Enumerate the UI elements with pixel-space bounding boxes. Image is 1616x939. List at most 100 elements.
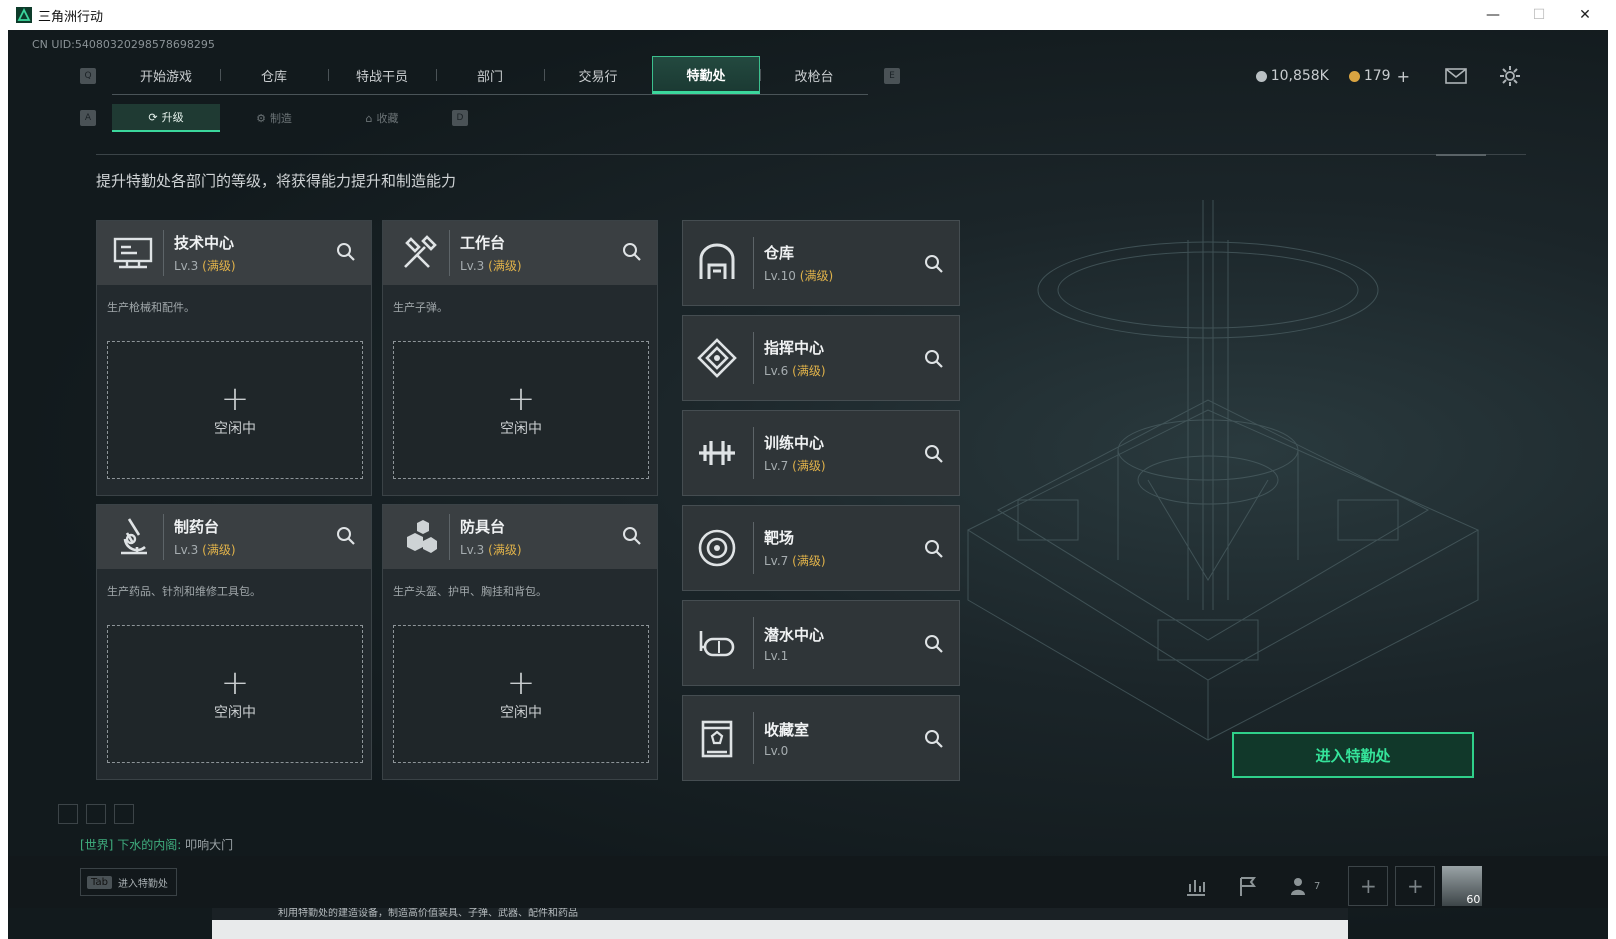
search-icon[interactable] (923, 633, 945, 655)
mail-icon[interactable] (1444, 64, 1468, 88)
card-tech-center[interactable]: 技术中心 Lv.3 (满级) 生产枪械和配件。 + 空闲中 (96, 220, 372, 496)
divider-accent (1436, 154, 1486, 156)
facility-warehouse[interactable]: 仓库 Lv.10 (满级) (682, 220, 960, 306)
card-description: 生产枪械和配件。 (107, 301, 195, 314)
top-navigation: Q 开始游戏 仓库 特战干员 部门 交易行 特勤处 改枪台 E (80, 56, 900, 95)
base-wireframe-illustration (966, 200, 1480, 741)
hafu-coin-icon (1255, 70, 1267, 82)
tools-icon (404, 235, 437, 268)
card-armor-bench[interactable]: 防具台 Lv.3 (满级) 生产头盔、护甲、胸挂和背包。 + 空闲中 (382, 504, 658, 780)
facility-level: Lv.7 (764, 459, 789, 473)
production-slot[interactable]: + 空闲中 (393, 625, 649, 763)
production-slot[interactable]: + 空闲中 (107, 341, 363, 479)
facility-name: 训练中心 (764, 434, 825, 452)
search-icon[interactable] (923, 443, 945, 465)
tooltip-text: 利用特勤处的建造设备，制造高价值装具、子弹、武器、配件和药品 (212, 908, 1348, 920)
facility-level: Lv.0 (764, 743, 789, 758)
key-hint-a: A (80, 110, 96, 126)
close-button[interactable]: ✕ (1562, 0, 1608, 30)
plus-icon: + (1359, 874, 1377, 898)
chat-text: 叩响大门 (185, 838, 234, 852)
search-icon[interactable] (335, 525, 357, 547)
facility-level: Lv.6 (764, 364, 789, 378)
page-description: 提升特勤处各部门的等级，将获得能力提升和制造能力 (96, 172, 457, 190)
facility-name: 靶场 (764, 529, 795, 547)
subtab-upgrade-label: 升级 (161, 111, 184, 124)
card-level: Lv.3 (174, 259, 199, 273)
subtab-collection[interactable]: ⌂ 收藏 (328, 104, 436, 132)
key-hint-d: D (452, 110, 468, 126)
dumbbell-icon (699, 441, 735, 465)
search-icon[interactable] (923, 538, 945, 560)
enter-special-ops-button[interactable]: 进入特勤处 (1232, 732, 1474, 778)
hafu-coin-balance[interactable]: 10,858K (1255, 68, 1329, 84)
user-uid: CN UID:54080320298578698295 (32, 38, 215, 51)
subtab-craft[interactable]: ⚙ 制造 (220, 104, 328, 132)
search-icon[interactable] (923, 348, 945, 370)
facility-name: 收藏室 (764, 720, 810, 739)
subtab-upgrade[interactable]: ⟳ 升级 (112, 104, 220, 132)
card-max-badge: (满级) (488, 543, 522, 557)
facility-diving-center[interactable]: 潜水中心 Lv.1 (682, 600, 960, 686)
card-workbench[interactable]: 工作台 Lv.3 (满级) 生产子弹。 + 空闲中 (382, 220, 658, 496)
tab-trading[interactable]: 交易行 (544, 56, 652, 94)
team-slot-plus-button[interactable]: + (1395, 866, 1436, 906)
tab-enter-hint[interactable]: Tab 进入特勤处 (80, 868, 177, 896)
tab-special-ops[interactable]: 特勤处 (652, 56, 760, 94)
minimize-button[interactable]: — (1470, 0, 1516, 30)
tab-gunsmith[interactable]: 改枪台 (760, 56, 868, 94)
plus-icon: + (220, 379, 250, 419)
slot-status: 空闲中 (214, 421, 256, 437)
sub-navigation: A ⟳ 升级 ⚙ 制造 ⌂ 收藏 D (80, 104, 468, 132)
facility-level: Lv.7 (764, 554, 789, 568)
production-slot[interactable]: + 空闲中 (393, 341, 649, 479)
tab-operators[interactable]: 特战干员 (328, 56, 436, 94)
friends-button[interactable]: 7 (1288, 874, 1320, 898)
team-slot-plus-button[interactable]: + (1348, 866, 1389, 906)
subtab-craft-label: 制造 (269, 112, 292, 125)
upgrade-icon: ⟳ (148, 110, 158, 124)
friends-icon (1291, 878, 1305, 895)
player-avatar[interactable]: 60 (1442, 866, 1483, 906)
card-name: 工作台 (460, 234, 506, 252)
settings-gear-icon[interactable] (1498, 64, 1522, 88)
facility-collection-room[interactable]: 收藏室 Lv.0 (682, 695, 960, 781)
gold-coin-icon (1348, 70, 1360, 82)
card-level: Lv.3 (460, 543, 485, 557)
maximize-button[interactable]: ☐ (1516, 0, 1562, 30)
search-icon[interactable] (335, 241, 357, 263)
tab-warehouse[interactable]: 仓库 (220, 56, 328, 94)
status-squares (58, 804, 142, 824)
tab-department[interactable]: 部门 (436, 56, 544, 94)
chat-message[interactable]: [世界] 下水的内阁: 叩响大门 (80, 836, 233, 853)
vault-icon (701, 720, 733, 758)
card-name: 技术中心 (174, 234, 235, 252)
gold-amount: 179 (1363, 68, 1391, 84)
card-pharmacy[interactable]: 制药台 Lv.3 (满级) 生产药品、针剂和维修工具包。 + 空闲中 (96, 504, 372, 780)
window-title: 三角洲行动 (38, 9, 104, 25)
status-square (114, 804, 134, 824)
production-slot[interactable]: + 空闲中 (107, 625, 363, 763)
plus-icon: + (506, 379, 536, 419)
tab-start-game[interactable]: 开始游戏 (112, 56, 220, 94)
search-icon[interactable] (621, 241, 643, 263)
status-square (58, 804, 78, 824)
command-icon (697, 338, 737, 378)
facility-shooting-range[interactable]: 靶场 Lv.7 (满级) (682, 505, 960, 591)
gold-balance[interactable]: 179 + (1348, 67, 1410, 86)
stats-chart-icon[interactable] (1184, 874, 1208, 898)
facility-command-center[interactable]: 指挥中心 Lv.6 (满级) (682, 315, 960, 401)
card-level: Lv.3 (460, 259, 485, 273)
facility-max-badge: (满级) (792, 364, 826, 378)
craft-icon: ⚙ (256, 111, 266, 125)
facility-training-center[interactable]: 训练中心 Lv.7 (满级) (682, 410, 960, 496)
search-icon[interactable] (923, 253, 945, 275)
card-max-badge: (满级) (488, 259, 522, 273)
search-icon[interactable] (621, 525, 643, 547)
hint-tooltip: 利用特勤处的建造设备，制造高价值装具、子弹、武器、配件和药品 (212, 908, 1348, 939)
flag-icon[interactable] (1236, 874, 1260, 898)
slot-status: 空闲中 (500, 705, 542, 721)
search-icon[interactable] (923, 728, 945, 750)
tab-key: Tab (87, 875, 112, 889)
gold-add-button[interactable]: + (1397, 67, 1410, 86)
